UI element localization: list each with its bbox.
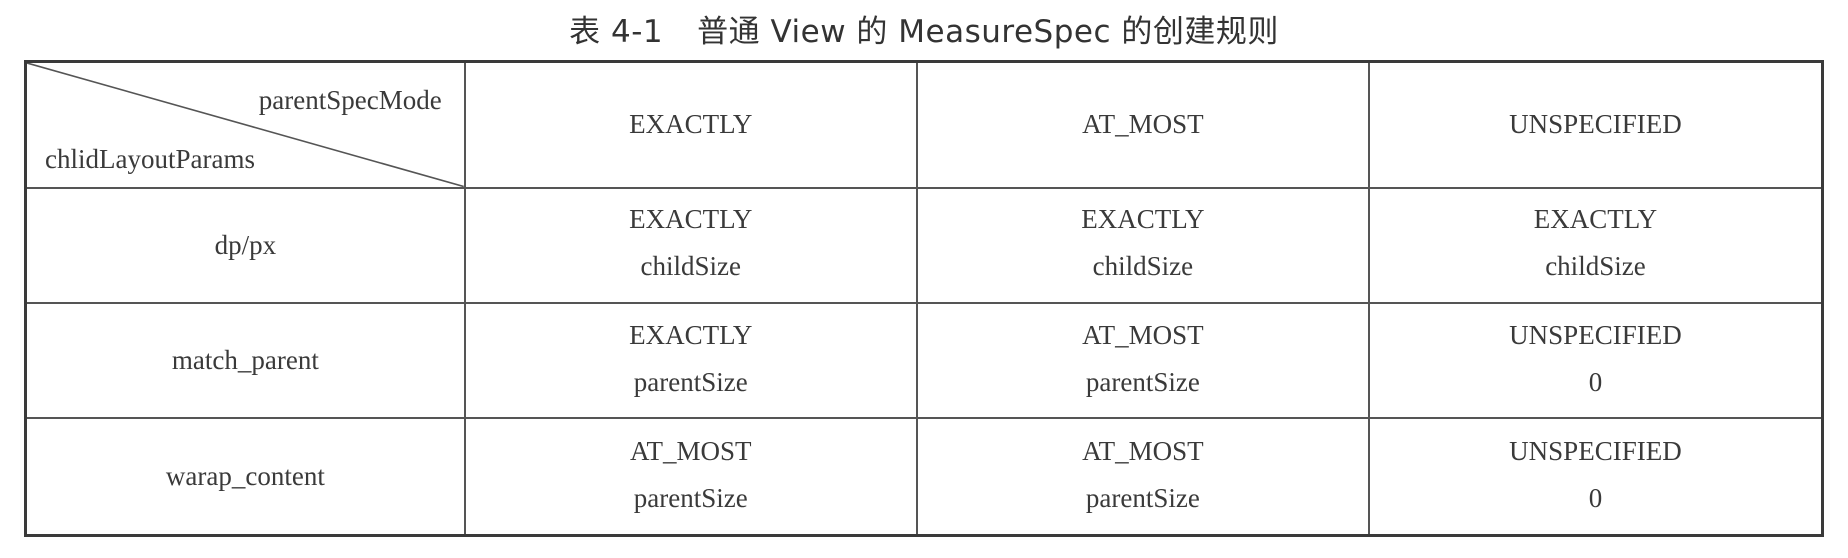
table-grid: parentSpecMode chlidLayoutParams EXACTLY… (27, 63, 1821, 534)
table-title: 普通 View 的 MeasureSpec 的创建规则 (697, 13, 1279, 50)
cell-size: childSize (1545, 251, 1646, 282)
cell-mode: EXACTLY (629, 204, 753, 235)
table-cell: AT_MOST parentSize (915, 301, 1370, 420)
cell-size: childSize (1092, 251, 1194, 282)
row-header: warap_content (27, 417, 466, 534)
table-cell: AT_MOST parentSize (915, 417, 1370, 534)
cell-mode: AT_MOST (630, 435, 752, 466)
cell-size: parentSize (1085, 366, 1200, 397)
table-caption: 表 4-1 普通 View 的 MeasureSpec 的创建规则 (0, 0, 1848, 56)
cell-size: 0 (1588, 366, 1603, 397)
header-row: parentSpecMode chlidLayoutParams EXACTLY… (27, 63, 1821, 189)
table-cell: EXACTLY childSize (1367, 186, 1821, 305)
table-cell: AT_MOST parentSize (463, 417, 918, 534)
table-cell: EXACTLY childSize (463, 186, 918, 305)
cell-size: parentSize (633, 482, 748, 513)
table-row: warap_content AT_MOST parentSize AT_MOST… (27, 417, 1821, 534)
corner-row-label: chlidLayoutParams (45, 143, 255, 174)
cell-mode: UNSPECIFIED (1509, 319, 1682, 350)
cell-mode: UNSPECIFIED (1509, 435, 1682, 466)
column-header: EXACTLY (463, 63, 918, 189)
table-row: dp/px EXACTLY childSize EXACTLY childSiz… (27, 186, 1821, 305)
corner-header-cell: parentSpecMode chlidLayoutParams (27, 63, 466, 189)
table-row: match_parent EXACTLY parentSize AT_MOST … (27, 301, 1821, 420)
column-header: AT_MOST (915, 63, 1370, 189)
cell-mode: AT_MOST (1082, 319, 1204, 350)
cell-mode: EXACTLY (1533, 204, 1658, 235)
row-header: dp/px (27, 186, 466, 305)
cell-mode: AT_MOST (1082, 435, 1204, 466)
cell-mode: EXACTLY (1081, 204, 1205, 235)
row-header: match_parent (27, 301, 466, 420)
table-cell: UNSPECIFIED 0 (1367, 417, 1821, 534)
column-header: UNSPECIFIED (1367, 63, 1821, 189)
table-cell: UNSPECIFIED 0 (1367, 301, 1821, 420)
corner-column-label: parentSpecMode (258, 85, 442, 115)
table-cell: EXACTLY parentSize (463, 301, 918, 420)
cell-size: 0 (1588, 482, 1603, 513)
table-number: 表 4-1 (569, 13, 664, 50)
measure-spec-table: parentSpecMode chlidLayoutParams EXACTLY… (24, 60, 1824, 537)
cell-size: childSize (640, 251, 742, 282)
cell-size: parentSize (1085, 482, 1200, 513)
table-cell: EXACTLY childSize (915, 186, 1370, 305)
cell-size: parentSize (633, 366, 748, 397)
cell-mode: EXACTLY (629, 319, 753, 350)
